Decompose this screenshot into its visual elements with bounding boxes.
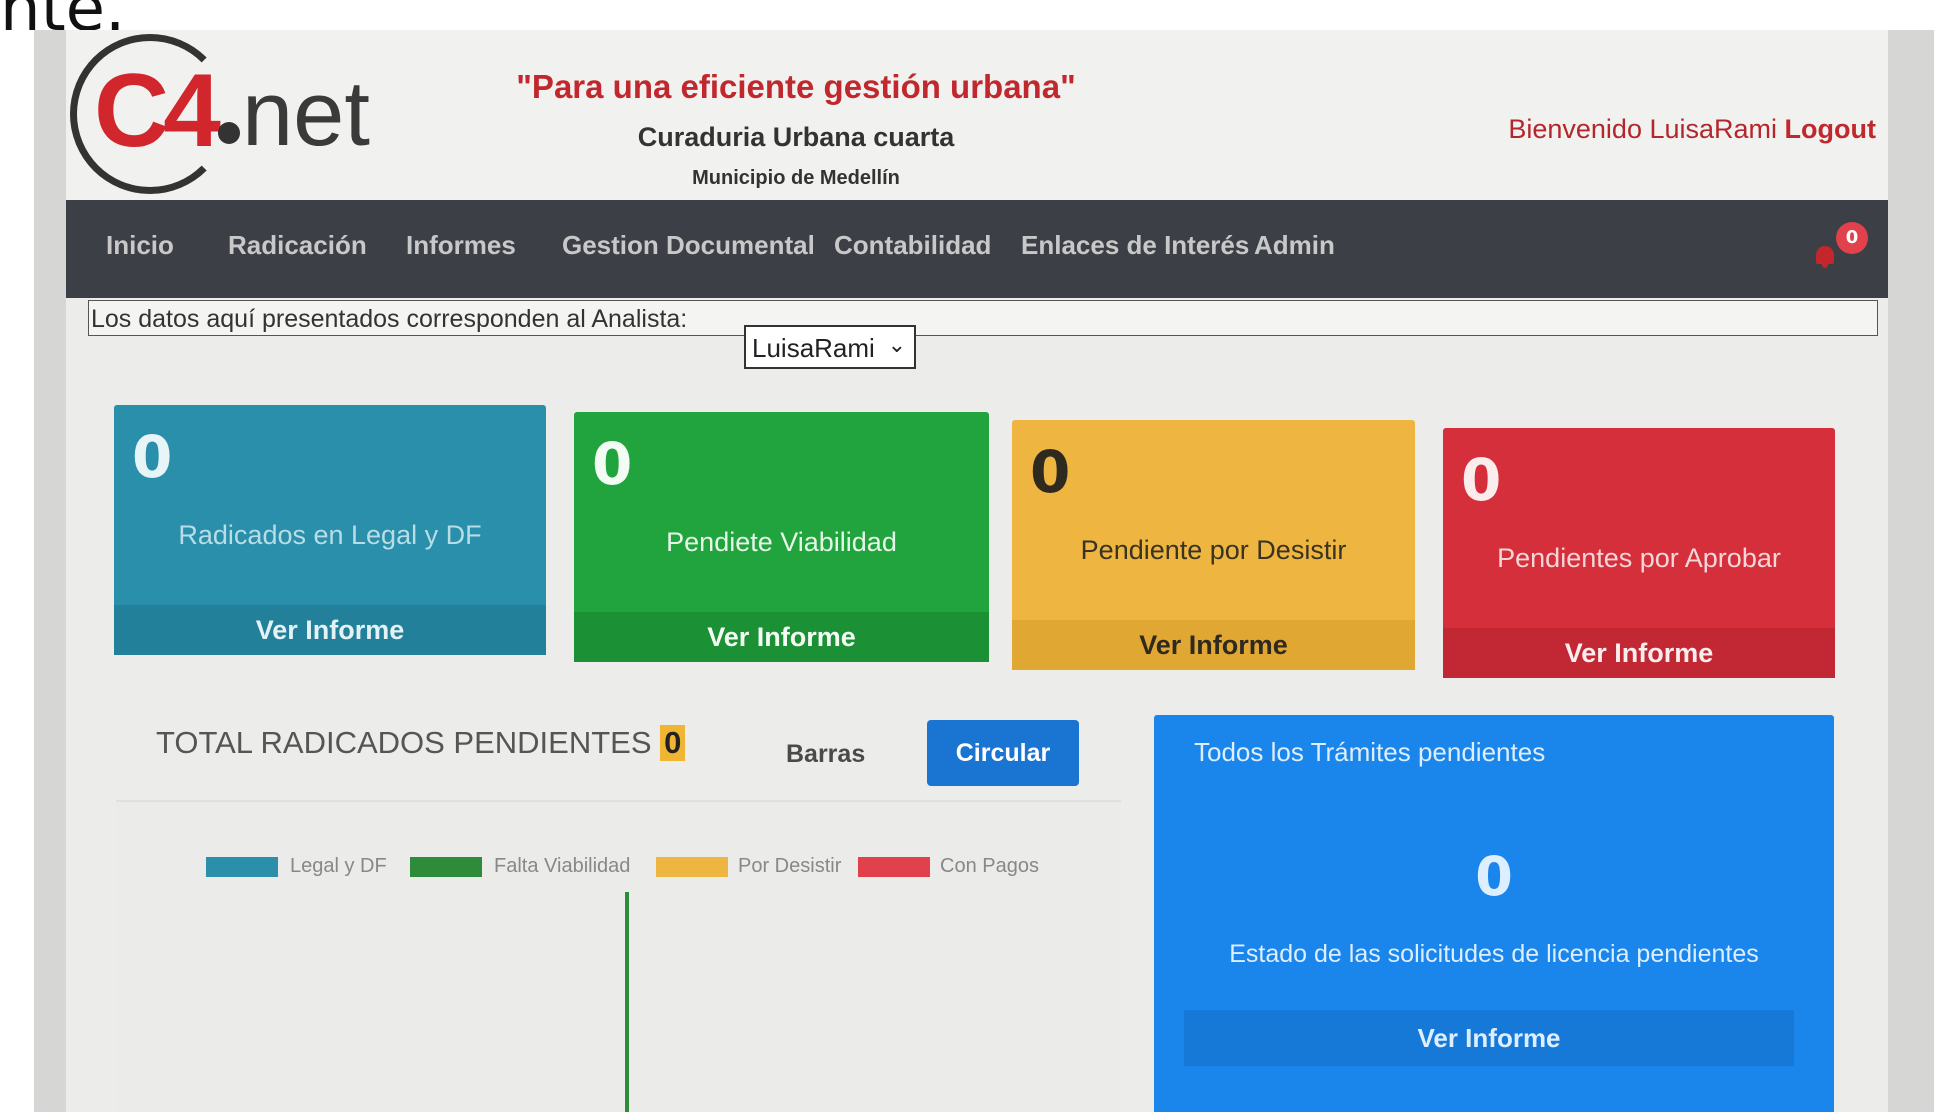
legend-label: Legal y DF [290,855,387,877]
welcome-message: Bienvenido LuisaRami Logout [1508,114,1876,145]
legend-label: Con Pagos [940,855,1039,877]
legend-swatch [858,857,930,877]
nav-item-enlaces[interactable]: Enlaces de Interés [1021,230,1249,261]
card-legal-df: 0 Radicados en Legal y DF Ver Informe [114,405,546,655]
card-viabilidad: 0 Pendiete Viabilidad Ver Informe [574,412,989,662]
site-header: C4 net "Para una eficiente gestión urban… [66,30,1888,200]
total-pending-badge: 0 [660,725,686,761]
chart-axis-line [625,892,629,1112]
card-count: 0 [132,423,173,491]
pending-chart [116,800,1121,1112]
legend-item-legal-df[interactable]: Legal y DF [206,855,396,879]
legend-item-con-pagos[interactable]: Con Pagos [858,855,1048,879]
panel-count: 0 [1475,845,1513,908]
main-nav: Inicio Radicación Informes Gestion Docum… [66,200,1888,298]
c4net-logo[interactable]: C4 net [70,34,370,199]
total-pending-label: TOTAL RADICADOS PENDIENTES [156,725,652,760]
card-label: Radicados en Legal y DF [178,520,482,550]
nav-item-gestion-documental[interactable]: Gestion Documental [562,230,815,261]
card-label: Pendientes por Aprobar [1497,543,1781,573]
welcome-text: Bienvenido LuisaRami [1508,114,1778,144]
bell-dome [1816,246,1834,264]
analyst-label: Los datos aquí presentados corresponden … [91,305,688,333]
ver-informe-button[interactable]: Ver Informe [574,612,989,662]
bell-icon[interactable] [1814,242,1836,268]
circular-view-button[interactable]: Circular [927,720,1079,786]
analyst-select[interactable]: LuisaRami ⌄ [744,325,916,369]
legend-label: Por Desistir [738,855,842,877]
card-label: Pendiete Viabilidad [666,527,897,557]
all-pending-panel: Todos los Trámites pendientes 0 Estado d… [1154,715,1834,1112]
notification-count-badge[interactable]: 0 [1836,222,1868,254]
card-count: 0 [592,430,633,498]
card-aprobar: 0 Pendientes por Aprobar Ver Informe [1443,428,1835,678]
logout-link[interactable]: Logout [1785,114,1876,144]
card-count: 0 [1461,446,1502,514]
legend-swatch [206,857,278,877]
slogan: "Para una eficiente gestión urbana" [516,68,1076,105]
nav-item-inicio[interactable]: Inicio [106,230,174,261]
nav-item-admin[interactable]: Admin [1254,230,1335,261]
org-name: Curaduria Urbana cuarta [637,122,955,152]
chevron-down-icon: ⌄ [887,333,906,358]
legend-swatch [656,857,728,877]
ver-informe-button[interactable]: Ver Informe [1443,628,1835,678]
analyst-select-value: LuisaRami [752,333,875,363]
panel-description: Estado de las solicitudes de licencia pe… [1229,940,1759,968]
bell-clapper [1822,263,1828,268]
ver-informe-button[interactable]: Ver Informe [114,605,546,655]
card-desistir: 0 Pendiente por Desistir Ver Informe [1012,420,1415,670]
logo-mark: C4 [94,53,221,169]
nav-item-informes[interactable]: Informes [406,230,516,261]
ver-informe-button[interactable]: Ver Informe [1012,620,1415,670]
card-label: Pendiente por Desistir [1080,535,1347,565]
nav-item-radicacion[interactable]: Radicación [228,230,367,261]
bars-view-button[interactable]: Barras [786,740,865,769]
legend-item-falta-viabilidad[interactable]: Falta Viabilidad [410,855,650,879]
card-count: 0 [1030,438,1071,506]
ver-informe-button[interactable]: Ver Informe [1184,1010,1794,1066]
municipality: Municipio de Medellín [692,167,900,189]
logo-dot [218,122,240,144]
legend-swatch [410,857,482,877]
analyst-filter-bar: Los datos aquí presentados corresponden … [88,300,1878,336]
legend-item-por-desistir[interactable]: Por Desistir [656,855,856,879]
legend-label: Falta Viabilidad [494,855,631,877]
app-screen: C4 net "Para una eficiente gestión urban… [66,30,1888,1112]
nav-item-contabilidad[interactable]: Contabilidad [834,230,991,261]
total-pending-title: TOTAL RADICADOS PENDIENTES 0 [156,725,686,761]
panel-title: Todos los Trámites pendientes [1194,737,1546,767]
logo-wordmark: net [242,63,370,165]
